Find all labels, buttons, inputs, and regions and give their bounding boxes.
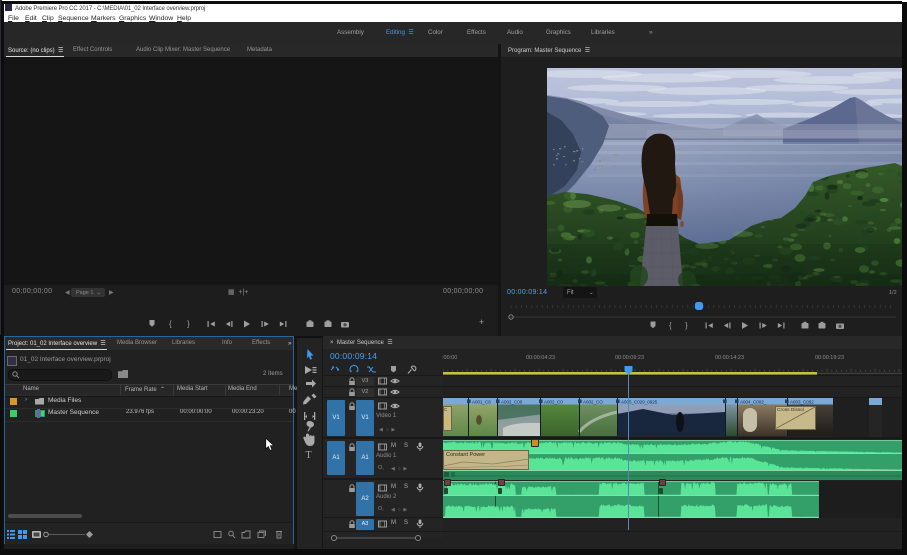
svg-text:A003_C092: A003_C092 [790, 399, 814, 404]
svg-text:A002_C00: A002_C00 [501, 399, 523, 404]
svg-text:{: { [669, 321, 672, 330]
svg-text:A004_C002_: A004_C002_ [740, 399, 767, 404]
svg-text:}: } [685, 321, 688, 330]
svg-text:A002_CO: A002_CO [583, 399, 603, 404]
svg-text:}: } [187, 320, 190, 329]
svg-text:A001_C8: A001_C8 [472, 399, 491, 404]
svg-text:A005_C029_0925: A005_C029_0925 [621, 399, 658, 404]
svg-text:{: { [169, 320, 172, 329]
svg-text:T: T [306, 450, 312, 461]
svg-text:A002_C0: A002_C0 [544, 399, 563, 404]
